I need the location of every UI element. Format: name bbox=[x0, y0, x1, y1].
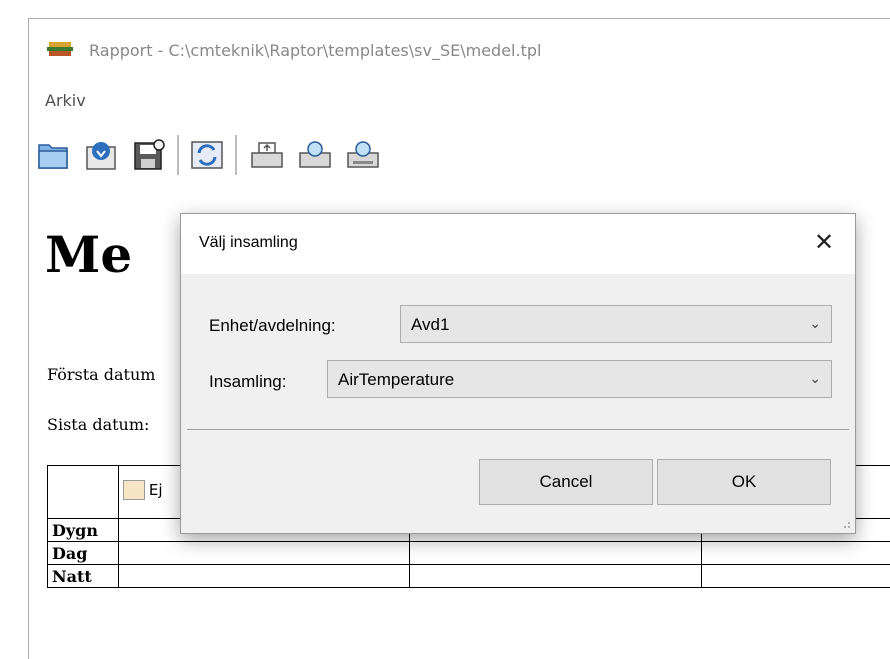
first-date-label: Första datum bbox=[47, 365, 155, 384]
title-bar: Rapport - C:\cmteknik\Raptor\templates\s… bbox=[29, 19, 890, 67]
cancel-button[interactable]: Cancel bbox=[479, 459, 653, 505]
menu-arkiv[interactable]: Arkiv bbox=[45, 91, 86, 110]
open-folder-icon[interactable] bbox=[35, 137, 71, 173]
dialog-divider bbox=[187, 429, 849, 430]
row-header-dygn: Dygn bbox=[48, 519, 119, 542]
print-icon[interactable] bbox=[249, 137, 285, 173]
menu-bar: Arkiv bbox=[29, 71, 890, 109]
refresh-icon[interactable] bbox=[189, 137, 225, 173]
save-settings-icon[interactable] bbox=[131, 137, 167, 173]
collection-select-value: AirTemperature bbox=[338, 370, 454, 390]
unit-label: Enhet/avdelning: bbox=[209, 316, 336, 336]
window-title: Rapport - C:\cmteknik\Raptor\templates\s… bbox=[89, 41, 541, 60]
ej-button[interactable]: Ej bbox=[123, 480, 163, 500]
chevron-down-icon: ⌄ bbox=[809, 315, 821, 332]
close-icon[interactable]: ✕ bbox=[811, 230, 837, 256]
report-heading: Me bbox=[45, 225, 132, 284]
print-setup-icon[interactable] bbox=[345, 137, 381, 173]
import-icon[interactable] bbox=[83, 137, 119, 173]
collection-select[interactable]: AirTemperature ⌄ bbox=[327, 360, 832, 398]
unit-select-value: Avd1 bbox=[411, 315, 449, 335]
print-preview-icon[interactable] bbox=[297, 137, 333, 173]
last-date-label: Sista datum: bbox=[47, 415, 149, 434]
ok-button[interactable]: OK bbox=[657, 459, 831, 505]
table-row: Dag bbox=[48, 542, 890, 565]
dialog-title: Välj insamling bbox=[199, 234, 298, 252]
unit-select[interactable]: Avd1 ⌄ bbox=[400, 305, 832, 343]
toolbar bbox=[29, 115, 890, 195]
toolbar-separator bbox=[235, 135, 237, 175]
ej-button-label: Ej bbox=[149, 481, 163, 499]
dialog-title-bar: Välj insamling ✕ bbox=[181, 214, 855, 274]
resize-grip-icon[interactable] bbox=[841, 519, 851, 529]
chevron-down-icon: ⌄ bbox=[809, 370, 821, 387]
table-row: Natt bbox=[48, 565, 890, 588]
select-collection-dialog: Välj insamling ✕ Enhet/avdelning: Avd1 ⌄… bbox=[180, 213, 856, 534]
toolbar-separator bbox=[177, 135, 179, 175]
collection-label: Insamling: bbox=[209, 372, 286, 392]
hand-pointer-icon bbox=[123, 480, 145, 500]
row-header-natt: Natt bbox=[48, 565, 119, 588]
row-header-dag: Dag bbox=[48, 542, 119, 565]
app-icon bbox=[47, 40, 73, 58]
